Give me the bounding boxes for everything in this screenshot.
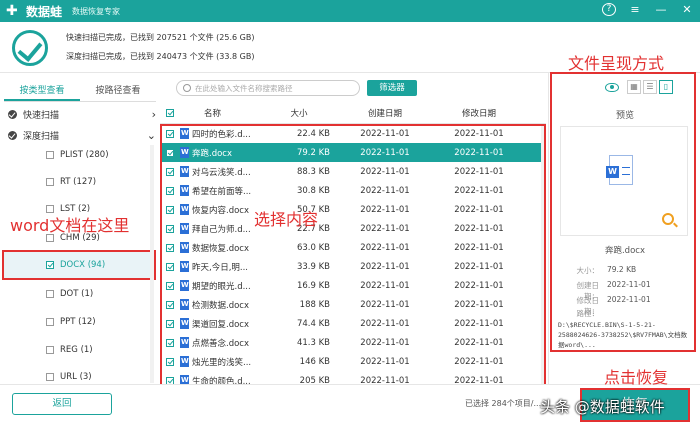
type-label: DOT (1) — [60, 289, 94, 299]
help-icon[interactable]: ? — [602, 3, 616, 16]
filter-button[interactable]: 筛选器 — [367, 80, 417, 96]
meta-label: 路径： — [576, 309, 600, 318]
search-icon — [183, 84, 191, 92]
tree-label: 深度扫描 — [23, 131, 60, 142]
column-created[interactable]: 创建日期 — [338, 107, 432, 119]
type-item-docx[interactable]: DOCX (94) — [46, 257, 156, 273]
chevron-right-icon[interactable]: › — [152, 108, 156, 121]
search-input[interactable]: 在此处输入文件名称搜索路径 — [176, 80, 360, 96]
tree-quick-scan[interactable]: 快速扫描 › — [8, 105, 158, 123]
tree-label: 快速扫描 — [23, 110, 60, 121]
scan-complete-check-icon — [12, 30, 48, 66]
view-toggle-group: ▦ ☰ ▯ — [605, 80, 673, 94]
type-item[interactable]: PLIST (280) — [46, 147, 156, 163]
view-mode-tabs: 按类型查看 按路径查看 — [4, 82, 156, 102]
check-circle-icon — [8, 130, 17, 140]
check-circle-icon — [8, 109, 17, 119]
checkbox-checked[interactable] — [46, 261, 54, 269]
title-bar: ✚ 数据蛙 数据恢复专家 ? ≡ — ✕ — [0, 0, 700, 22]
eye-icon[interactable] — [605, 82, 619, 92]
tab-by-path[interactable]: 按路径查看 — [80, 82, 156, 101]
app-subtitle: 数据恢复专家 — [72, 6, 121, 16]
type-item[interactable]: DOT (1) — [46, 286, 156, 302]
checkbox[interactable] — [46, 151, 54, 159]
search-placeholder: 在此处输入文件名称搜索路径 — [195, 83, 293, 93]
quick-scan-status: 快速扫描已完成，已找到 207521 个文件 (25.6 GB) — [66, 33, 255, 42]
annotation-click-recover: 点击恢复 — [604, 368, 669, 387]
annotation-word-here: word文档在这里 — [10, 216, 130, 235]
type-label: PPT (12) — [60, 317, 96, 327]
column-name[interactable]: 名称 — [180, 107, 268, 119]
detail-view-icon[interactable]: ▯ — [659, 80, 673, 94]
preview-title: 预览 — [615, 111, 634, 121]
deep-scan-status: 深度扫描已完成，已找到 240473 个文件 (33.8 GB) — [66, 52, 255, 61]
select-all-checkbox[interactable] — [166, 108, 180, 117]
annotation-select-content: 选择内容 — [254, 210, 319, 229]
meta-path-value: D:\$RECYCLE.BIN\S-1-5-21-2588024626-3738… — [558, 321, 688, 349]
column-modified[interactable]: 修改日期 — [432, 107, 526, 119]
checkbox[interactable] — [46, 290, 54, 298]
divider — [548, 72, 549, 384]
type-label: PLIST (280) — [60, 150, 109, 160]
checkbox[interactable] — [46, 318, 54, 326]
app-name: 数据蛙 — [26, 4, 63, 19]
menu-icon[interactable]: ≡ — [628, 3, 642, 16]
type-label: RT (127) — [60, 177, 97, 187]
column-size[interactable]: 大小 — [268, 107, 338, 119]
type-label: REG (1) — [60, 345, 93, 355]
meta-path: 路径： — [563, 308, 607, 319]
selection-status: 已选择 284个项目/... — [465, 399, 542, 408]
checkbox-checked[interactable] — [166, 108, 174, 117]
meta-value: 2022-11-01 — [607, 295, 651, 304]
window-controls: ? ≡ — ✕ — [602, 3, 694, 16]
word-document-icon: W — [606, 155, 633, 185]
doc-lines — [622, 167, 630, 175]
word-badge-icon: W — [606, 166, 619, 178]
select-content-highlight-box — [160, 124, 546, 386]
meta-value: 79.2 KB — [607, 265, 637, 274]
list-view-icon[interactable]: ☰ — [643, 80, 657, 94]
type-item[interactable]: URL (3) — [46, 369, 156, 385]
checkbox[interactable] — [46, 373, 54, 381]
type-item[interactable]: RT (127) — [46, 174, 156, 190]
checkbox[interactable] — [46, 346, 54, 354]
zoom-preview-icon[interactable] — [662, 213, 674, 225]
checkbox[interactable] — [46, 178, 54, 186]
tab-by-type[interactable]: 按类型查看 — [4, 82, 80, 101]
preview-filename: 奔跑.docx — [604, 246, 645, 256]
annotation-file-view: 文件呈现方式 — [568, 54, 665, 73]
type-label: URL (3) — [60, 372, 92, 382]
table-header: 名称 大小 创建日期 修改日期 — [160, 102, 546, 124]
type-label: DOCX (94) — [60, 260, 106, 270]
frog-logo-icon: ✚ — [6, 3, 18, 19]
meta-size: 大小： 79.2 KB — [563, 265, 637, 276]
type-item[interactable]: REG (1) — [46, 342, 156, 358]
meta-label: 大小： — [576, 266, 600, 275]
back-button[interactable]: 返回 — [12, 393, 112, 415]
minimize-icon[interactable]: — — [654, 3, 668, 16]
tree-deep-scan[interactable]: 深度扫描 ⌄ — [8, 126, 158, 144]
close-icon[interactable]: ✕ — [680, 3, 694, 16]
type-item[interactable]: PPT (12) — [46, 314, 156, 330]
grid-view-icon[interactable]: ▦ — [627, 80, 641, 94]
left-scrollbar[interactable] — [150, 145, 154, 383]
chevron-down-icon[interactable]: ⌄ — [147, 129, 156, 142]
watermark: 头条 @数据蛙软件 — [540, 398, 665, 416]
